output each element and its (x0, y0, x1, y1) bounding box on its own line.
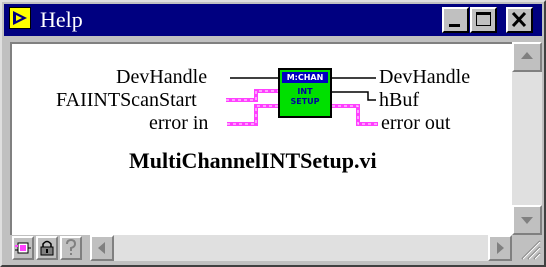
scroll-up-button[interactable] (512, 42, 542, 72)
scroll-left-button[interactable] (90, 235, 114, 261)
output-label-hbuf: hBuf (379, 89, 419, 111)
detail-button[interactable] (12, 236, 34, 260)
title-bar[interactable]: Help (4, 4, 542, 36)
arrow-right-icon (497, 242, 504, 254)
labview-help-icon (9, 7, 31, 29)
maximize-icon (476, 12, 491, 26)
close-icon (511, 11, 527, 28)
arrow-left-icon (98, 242, 105, 254)
output-label-error-out: error out (381, 112, 451, 134)
arrow-up-icon (521, 52, 533, 59)
vi-name: MultiChannelINTSetup.vi (129, 148, 377, 173)
input-label-devhandle: DevHandle (116, 66, 208, 88)
input-label-error-in: error in (149, 112, 209, 134)
vi-icon-header: M:CHAN (282, 72, 328, 83)
resize-grip[interactable] (512, 235, 542, 261)
minimize-button[interactable] (442, 7, 469, 33)
detail-icon (15, 242, 31, 254)
maximize-button[interactable] (470, 7, 497, 33)
help-toolbar (10, 235, 512, 261)
help-window: Help M:CHAN INT SETUP DevHandle FAIINTSc… (0, 0, 546, 267)
close-button[interactable] (506, 7, 533, 33)
help-content: M:CHAN INT SETUP DevHandle FAIINTScanSta… (10, 42, 512, 261)
minimize-icon (449, 24, 460, 27)
lock-button[interactable] (36, 236, 58, 260)
scroll-down-button[interactable] (512, 205, 542, 235)
online-help-button[interactable] (60, 236, 82, 260)
window-title: Help (40, 7, 83, 32)
arrow-down-icon (521, 217, 533, 224)
vi-icon-line: SETUP (290, 97, 320, 106)
horizontal-scrollbar[interactable] (90, 235, 512, 261)
lock-icon (40, 240, 54, 256)
resize-grip-icon (521, 240, 541, 260)
question-icon (66, 238, 77, 255)
vertical-scrollbar[interactable] (512, 42, 542, 235)
input-label-faiintscanstart: FAIINTScanStart (56, 89, 197, 111)
output-label-devhandle: DevHandle (379, 66, 471, 88)
vi-icon: M:CHAN INT SETUP (278, 68, 332, 118)
scroll-right-button[interactable] (488, 235, 512, 261)
vi-icon-line: INT (297, 87, 313, 96)
